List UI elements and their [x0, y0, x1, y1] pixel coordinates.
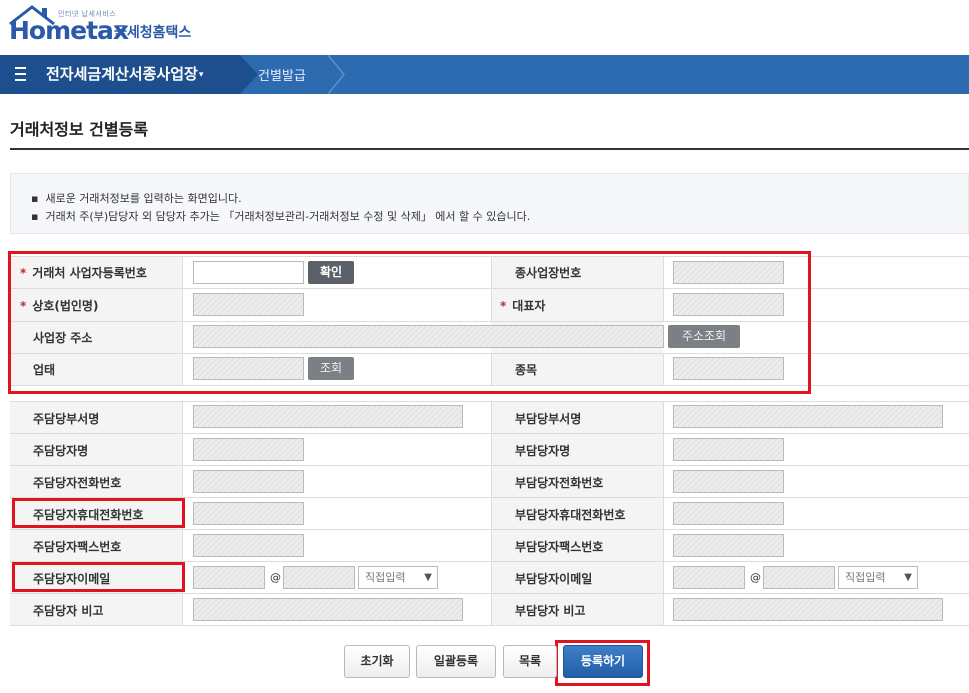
row-divider	[10, 433, 969, 434]
sub-email-label: 부담당자이메일	[515, 572, 593, 586]
sub-email-domain-select[interactable]: 직접입력 ▼	[838, 566, 918, 589]
sub-email-id-input[interactable]	[673, 566, 745, 589]
sub-mobile-label: 부담당자휴대전화번호	[515, 508, 626, 522]
sub-dept-input[interactable]	[673, 405, 943, 428]
sub-fax-label: 부담당자팩스번호	[515, 540, 604, 554]
main-note-input[interactable]	[193, 598, 463, 621]
breadcrumb-current[interactable]: 건별발급	[258, 65, 306, 84]
main-dept-input[interactable]	[193, 405, 463, 428]
row-divider	[10, 593, 969, 594]
bulk-register-button[interactable]: 일괄등록	[416, 645, 496, 678]
main-phone-input[interactable]	[193, 470, 304, 493]
highlight-company-section	[8, 251, 811, 394]
sub-name-input[interactable]	[673, 438, 784, 461]
at-sign: @	[270, 571, 281, 584]
sub-phone-input[interactable]	[673, 470, 784, 493]
menu-icon[interactable]	[15, 67, 26, 81]
main-dept-label: 주담당부서명	[33, 412, 100, 426]
breadcrumb-end-icon	[328, 55, 345, 94]
info-box: ▪ 새로운 거래처정보를 입력하는 화면입니다. ▪ 거래처 주(부)담당자 외…	[10, 173, 969, 234]
reset-button[interactable]: 초기화	[344, 645, 410, 678]
nav-title[interactable]: 전자세금계산서종사업장▾	[46, 63, 203, 84]
main-email-id-input[interactable]	[193, 566, 265, 589]
main-note-label: 주담당자 비고	[33, 604, 104, 618]
col-divider	[491, 402, 492, 626]
sub-note-input[interactable]	[673, 598, 943, 621]
logo-subtitle: 국세청홈택스	[114, 25, 192, 41]
row-divider	[10, 529, 969, 530]
info-line-1: ▪ 새로운 거래처정보를 입력하는 화면입니다.	[31, 192, 242, 205]
main-email-domain-input[interactable]	[283, 566, 355, 589]
main-email-domain-select[interactable]: 직접입력 ▼	[358, 566, 438, 589]
breadcrumb-separator-icon	[238, 55, 258, 94]
dropdown-caret-icon: ▾	[198, 69, 204, 80]
sub-mobile-input[interactable]	[673, 502, 784, 525]
list-button[interactable]: 목록	[503, 645, 557, 678]
page-title: 거래처정보 건별등록	[10, 120, 149, 139]
logo[interactable]: Hometax	[9, 16, 129, 45]
register-button[interactable]: 등록하기	[563, 645, 643, 678]
sub-fax-input[interactable]	[673, 534, 784, 557]
main-mobile-input[interactable]	[193, 502, 304, 525]
chevron-down-icon: ▼	[904, 572, 912, 583]
title-divider	[10, 148, 969, 150]
at-sign: @	[750, 571, 761, 584]
col-divider	[663, 402, 664, 626]
sub-name-label: 부담당자명	[515, 444, 571, 458]
info-line-2: ▪ 거래처 주(부)담당자 외 담당자 추가는 「거래처정보관리-거래처정보 수…	[31, 210, 531, 223]
main-name-label: 주담당자명	[33, 444, 89, 458]
sub-dept-label: 부담당부서명	[515, 412, 582, 426]
main-phone-label: 주담당자전화번호	[33, 476, 122, 490]
sub-note-label: 부담당자 비고	[515, 604, 586, 618]
main-name-input[interactable]	[193, 438, 304, 461]
sub-email-domain-input[interactable]	[763, 566, 835, 589]
main-fax-label: 주담당자팩스번호	[33, 540, 122, 554]
row-divider	[10, 625, 969, 626]
chevron-down-icon: ▼	[424, 572, 432, 583]
main-fax-input[interactable]	[193, 534, 304, 557]
row-divider	[10, 465, 969, 466]
highlight-mobile-label	[12, 498, 185, 528]
sub-phone-label: 부담당자전화번호	[515, 476, 604, 490]
highlight-email-label	[12, 562, 185, 592]
